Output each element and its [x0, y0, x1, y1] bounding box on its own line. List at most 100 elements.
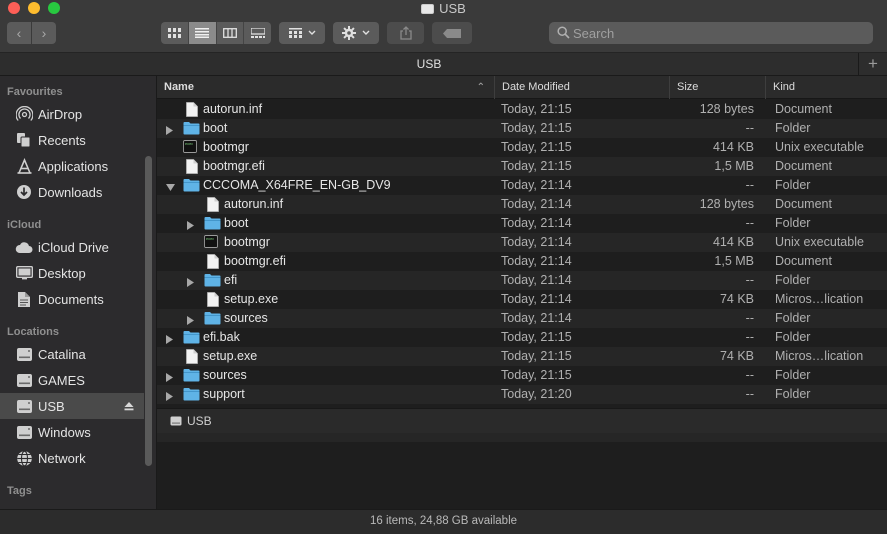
icon-view-button[interactable]: [161, 22, 189, 44]
file-date-modified: Today, 21:15: [501, 330, 572, 344]
action-menu-button[interactable]: [333, 22, 379, 44]
file-date-modified: Today, 21:15: [501, 159, 572, 173]
disclosure-expanded-icon[interactable]: [166, 181, 175, 191]
sidebar-item-icloud-drive[interactable]: iCloud Drive: [0, 234, 144, 260]
file-row[interactable]: efi.bak Today, 21:15 -- Folder: [157, 328, 887, 347]
tab-usb[interactable]: USB: [0, 53, 858, 76]
file-row[interactable]: exec bootmgr Today, 21:14 414 KB Unix execut…: [157, 233, 887, 252]
file-date-modified: Today, 21:20: [501, 387, 572, 401]
file-name: support: [203, 387, 245, 401]
file-name: bootmgr.efi: [224, 254, 286, 268]
disclosure-collapsed-icon[interactable]: [166, 333, 174, 344]
file-name: bootmgr: [203, 140, 249, 154]
sidebar-item-label: Documents: [38, 291, 104, 307]
file-name: efi: [224, 273, 238, 287]
file-row[interactable]: efi Today, 21:14 -- Folder: [157, 271, 887, 290]
disclosure-collapsed-icon[interactable]: [166, 371, 174, 382]
disclosure-collapsed-icon[interactable]: [187, 219, 195, 230]
folder-icon: [204, 216, 221, 231]
file-row[interactable]: autorun.inf Today, 21:15 128 bytes Document: [157, 100, 887, 119]
file-row[interactable]: bootmgr.efi Today, 21:14 1,5 MB Document: [157, 252, 887, 271]
disclosure-collapsed-icon[interactable]: [187, 314, 195, 325]
share-button[interactable]: [387, 22, 424, 44]
file-row[interactable]: support Today, 21:20 -- Folder: [157, 385, 887, 404]
file-date-modified: Today, 21:14: [501, 254, 572, 268]
file-kind: Document: [775, 254, 832, 268]
drive-icon: [15, 371, 33, 389]
new-tab-button[interactable]: +: [858, 53, 887, 76]
file-kind: Unix executable: [775, 235, 864, 249]
file-kind: Document: [775, 159, 832, 173]
file-size: --: [745, 311, 754, 325]
column-date-header[interactable]: Date Modified: [494, 76, 669, 99]
sidebar-item-catalina[interactable]: Catalina: [0, 341, 144, 367]
file-kind: Unix executable: [775, 140, 864, 154]
file-row[interactable]: sources Today, 21:14 -- Folder: [157, 309, 887, 328]
gear-icon: [342, 26, 356, 40]
file-row[interactable]: CCCOMA_X64FRE_EN-GB_DV9 Today, 21:14 -- Fol…: [157, 176, 887, 195]
path-item-usb[interactable]: USB: [187, 414, 212, 428]
tab-bar: USB +: [0, 53, 887, 76]
search-input[interactable]: [573, 24, 863, 42]
sidebar-item-games[interactable]: GAMES: [0, 367, 144, 393]
document-icon: [207, 197, 223, 212]
executable-icon: exec: [204, 235, 220, 250]
column-name-label: Name: [164, 81, 194, 93]
group-by-button[interactable]: [279, 22, 325, 44]
sidebar-item-usb[interactable]: USB: [0, 393, 144, 419]
file-row[interactable]: boot Today, 21:15 -- Folder: [157, 119, 887, 138]
file-name: sources: [224, 311, 268, 325]
sidebar-scrollbar[interactable]: [145, 156, 152, 466]
file-kind: Micros…lication: [775, 292, 864, 306]
sidebar-item-desktop[interactable]: Desktop: [0, 260, 144, 286]
sidebar-item-documents[interactable]: Documents: [0, 286, 144, 312]
sidebar-item-label: Desktop: [38, 265, 86, 281]
file-size: 74 KB: [719, 292, 754, 306]
eject-icon[interactable]: [124, 399, 134, 414]
chevron-left-icon: ‹: [16, 25, 22, 41]
back-button[interactable]: ‹: [7, 22, 31, 44]
column-name-header[interactable]: Name ⌃: [157, 76, 493, 99]
sidebar-section-header[interactable]: Tags: [7, 485, 32, 497]
window-title-label: USB: [439, 1, 466, 16]
search-field: [549, 22, 873, 44]
sidebar-item-recents[interactable]: Recents: [0, 127, 144, 153]
file-row[interactable]: sources Today, 21:15 -- Folder: [157, 366, 887, 385]
file-row[interactable]: setup.exe Today, 21:15 74 KB Micros…licatio…: [157, 347, 887, 366]
file-row[interactable]: bootmgr.efi Today, 21:15 1,5 MB Document: [157, 157, 887, 176]
drive-icon: [15, 423, 33, 441]
file-row[interactable]: boot Today, 21:14 -- Folder: [157, 214, 887, 233]
disclosure-collapsed-icon[interactable]: [187, 276, 195, 287]
column-size-header[interactable]: Size: [669, 76, 765, 99]
gallery-icon: [250, 28, 265, 38]
file-row[interactable]: exec bootmgr Today, 21:15 414 KB Unix execut…: [157, 138, 887, 157]
svg-text:exec: exec: [185, 142, 193, 146]
sidebar-item-applications[interactable]: Applications: [0, 153, 144, 179]
file-kind: Folder: [775, 387, 811, 401]
column-kind-header[interactable]: Kind: [765, 76, 887, 99]
file-row[interactable]: setup.exe Today, 21:14 74 KB Micros…licatio…: [157, 290, 887, 309]
toolbar: USB ‹ ›: [0, 0, 887, 53]
sidebar-section-header[interactable]: Locations: [7, 326, 59, 338]
forward-button[interactable]: ›: [32, 22, 56, 44]
file-name: setup.exe: [203, 349, 258, 363]
disclosure-collapsed-icon[interactable]: [166, 390, 174, 401]
sidebar-section-header[interactable]: iCloud: [7, 219, 41, 231]
file-row[interactable]: autorun.inf Today, 21:14 128 bytes Document: [157, 195, 887, 214]
disclosure-collapsed-icon[interactable]: [166, 124, 174, 135]
sidebar-item-label: Windows: [38, 424, 91, 440]
sidebar-section-header[interactable]: Favourites: [7, 86, 63, 98]
sidebar-item-network[interactable]: Network: [0, 445, 144, 471]
column-view-button[interactable]: [217, 22, 245, 44]
file-kind: Document: [775, 102, 832, 116]
sidebar-item-label: USB: [38, 398, 65, 414]
svg-text:exec: exec: [206, 237, 214, 241]
list-view-button[interactable]: [188, 22, 217, 44]
file-size: --: [745, 330, 754, 344]
edit-tags-button[interactable]: [432, 22, 472, 44]
sidebar-item-downloads[interactable]: Downloads: [0, 179, 144, 205]
sidebar-item-windows[interactable]: Windows: [0, 419, 144, 445]
gallery-view-button[interactable]: [244, 22, 271, 44]
applications-icon: [15, 157, 33, 175]
sidebar-item-airdrop[interactable]: AirDrop: [0, 101, 144, 127]
